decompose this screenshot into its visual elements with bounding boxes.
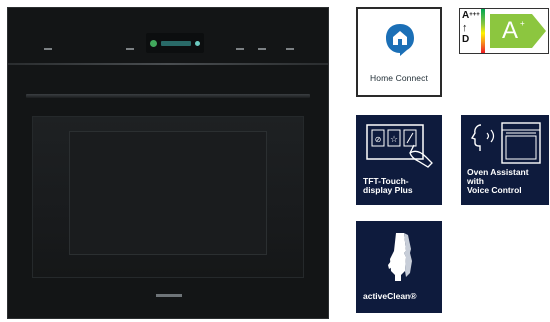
oven-assistant-voice-badge: Oven Assistant with Voice Control (461, 115, 549, 205)
touch-display-icon: ⊘ ☆ (366, 124, 433, 168)
svg-text:⊘: ⊘ (375, 135, 382, 144)
active-clean-label: activeClean® (363, 291, 417, 301)
tft-badge-label: TFT-Touch- display Plus (363, 177, 413, 195)
oven-inner-window (69, 131, 267, 255)
energy-scale-arrow-icon: ↑ (462, 22, 468, 34)
touch-control-left-2 (126, 48, 134, 50)
touch-control-right-2 (258, 48, 266, 50)
display-bar (161, 40, 191, 46)
svg-text:☆: ☆ (390, 135, 398, 145)
display-indicator-green (150, 39, 157, 47)
control-panel-divider (8, 63, 328, 65)
energy-class-value: A (502, 17, 519, 44)
touch-control-right-1 (236, 48, 244, 50)
touch-control-right-3 (286, 48, 294, 50)
oven-door-glass (32, 116, 304, 278)
energy-scale-bottom: D (462, 34, 470, 45)
home-connect-badge: Home Connect (356, 7, 442, 97)
home-connect-label: Home Connect (370, 73, 428, 83)
energy-class-sup: + (520, 19, 525, 28)
touch-control-left-1 (44, 48, 52, 50)
energy-scale: A+++ ↑ D (462, 10, 480, 52)
home-connect-icon (386, 24, 414, 56)
oven-brand-logo (156, 294, 182, 297)
energy-label: A+++ ↑ D A + (459, 8, 549, 54)
voice-control-icon (470, 122, 541, 164)
oven-product-image (7, 7, 329, 319)
oven-control-display (146, 33, 204, 53)
energy-scale-top-sup: +++ (469, 12, 480, 18)
voice-badge-label: Oven Assistant with Voice Control (467, 168, 529, 195)
oven-door-handle (26, 94, 310, 98)
energy-class-arrow: A + (490, 14, 546, 48)
voice-label-line3: Voice Control (467, 185, 522, 195)
display-indicator-teal (195, 40, 200, 46)
glove-icon (388, 233, 412, 281)
active-clean-badge: activeClean® (356, 221, 442, 313)
tft-touch-display-badge: ⊘ ☆ TFT-Touch- display Plus (356, 115, 442, 205)
tft-label-line2: display Plus (363, 185, 413, 195)
energy-color-scale (481, 9, 485, 53)
